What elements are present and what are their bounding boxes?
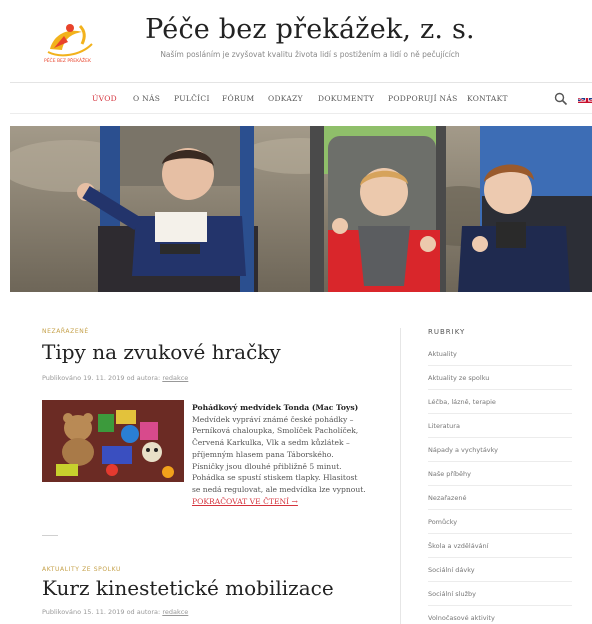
- post-category[interactable]: AKTUALITY ZE SPOLKU: [42, 566, 121, 573]
- nav-item-forum[interactable]: FÓRUM: [222, 94, 255, 103]
- post-excerpt: Pohádkový medvídek Tonda (Mac Toys) Medv…: [42, 402, 366, 507]
- sidebar-item-divider: [428, 557, 572, 558]
- site-tagline: Naším posláním je zvyšovat kvalitu život…: [160, 50, 460, 59]
- sidebar-title: RUBRIKY: [428, 328, 466, 336]
- nav-item-odkazy[interactable]: ODKAZY: [268, 94, 303, 103]
- main-navigation: ÚVOD O NÁS PULČÍCI FÓRUM ODKAZY DOKUMENT…: [0, 84, 592, 112]
- header-divider: [10, 82, 592, 83]
- post-meta: Publikováno 19. 11. 2019 od autora: reda…: [42, 374, 188, 382]
- logo-icon: PÉČE BEZ PŘEKÁŽEK: [44, 24, 93, 64]
- sidebar-item-divider: [428, 413, 572, 414]
- sidebar-item-volnocasove[interactable]: Volnočasové aktivity: [428, 614, 572, 622]
- post-meta: Publikováno 15. 11. 2019 od autora: reda…: [42, 608, 188, 616]
- read-more-link[interactable]: POKRAČOVAT VE ČTENÍ →: [192, 497, 298, 506]
- sidebar-item-skola[interactable]: Škola a vzdělávání: [428, 542, 572, 550]
- sidebar-item-literatura[interactable]: Literatura: [428, 422, 572, 430]
- sidebar-item-divider: [428, 533, 572, 534]
- sidebar-item-lecba[interactable]: Léčba, lázně, terapie: [428, 398, 572, 406]
- post-author-link[interactable]: redakce: [162, 374, 188, 382]
- post-date: Publikováno 19. 11. 2019 od autora:: [42, 374, 161, 382]
- excerpt-text: Medvídek vypráví známé české pohádky – P…: [192, 414, 366, 494]
- sidebar-item-napady[interactable]: Nápady a vychytávky: [428, 446, 572, 454]
- sidebar-item-socialni-sluzby[interactable]: Sociální služby: [428, 590, 572, 598]
- sidebar-item-pomucky[interactable]: Pomůcky: [428, 518, 572, 526]
- sidebar-item-nezarazene[interactable]: Nezařazené: [428, 494, 572, 502]
- site-header: PÉČE BEZ PŘEKÁŽEK Péče bez překážek, z. …: [0, 0, 592, 82]
- site-title[interactable]: Péče bez překážek, z. s.: [120, 14, 500, 45]
- sidebar-item-aktuality[interactable]: Aktuality: [428, 350, 572, 358]
- nav-item-podporuji-nas[interactable]: PODPORUJÍ NÁS: [388, 94, 458, 103]
- post-date: Publikováno 15. 11. 2019 od autora:: [42, 608, 161, 616]
- post-author-link[interactable]: redakce: [162, 608, 188, 616]
- hero-image: [10, 126, 592, 292]
- nav-item-pulcici[interactable]: PULČÍCI: [174, 94, 210, 103]
- sidebar-item-divider: [428, 581, 572, 582]
- svg-text:PÉČE BEZ PŘEKÁŽEK: PÉČE BEZ PŘEKÁŽEK: [44, 56, 92, 64]
- flag-uk-icon[interactable]: [578, 94, 592, 103]
- sidebar-item-divider: [428, 437, 572, 438]
- excerpt-heading: Pohádkový medvídek Tonda (Mac Toys): [192, 403, 359, 412]
- post-title[interactable]: Tipy na zvukové hračky: [42, 340, 281, 364]
- sidebar-item-divider: [428, 509, 572, 510]
- sidebar-item-divider: [428, 365, 572, 366]
- nav-item-uvod[interactable]: ÚVOD: [92, 94, 117, 103]
- nav-item-o-nas[interactable]: O NÁS: [133, 94, 160, 103]
- nav-divider: [10, 113, 592, 114]
- sidebar-item-divider: [428, 389, 572, 390]
- sidebar-item-socialni-davky[interactable]: Sociální dávky: [428, 566, 572, 574]
- sidebar-item-divider: [428, 485, 572, 486]
- sidebar-item-nase-pribehy[interactable]: Naše příběhy: [428, 470, 572, 478]
- site-logo[interactable]: PÉČE BEZ PŘEKÁŽEK: [40, 14, 100, 64]
- sidebar-item-divider: [428, 605, 572, 606]
- post-separator: [42, 535, 58, 536]
- post-category[interactable]: NEZAŘAZENÉ: [42, 328, 89, 335]
- nav-item-dokumenty[interactable]: DOKUMENTY: [318, 94, 374, 103]
- search-icon[interactable]: [554, 92, 568, 106]
- sidebar-divider: [400, 328, 401, 624]
- sidebar-item-divider: [428, 461, 572, 462]
- sidebar-item-aktuality-ze-spolku[interactable]: Aktuality ze spolku: [428, 374, 572, 382]
- nav-item-kontakt[interactable]: KONTAKT: [467, 94, 508, 103]
- post-title[interactable]: Kurz kinestetické mobilizace: [42, 576, 334, 600]
